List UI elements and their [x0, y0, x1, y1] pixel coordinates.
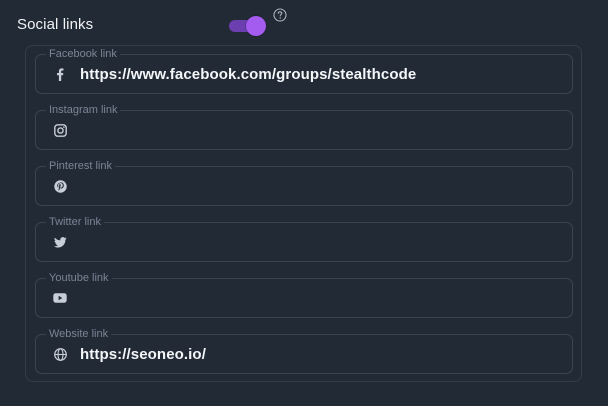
youtube-icon — [53, 291, 67, 305]
toggle-knob — [246, 16, 266, 36]
youtube-link-field: Youtube link — [35, 271, 573, 318]
twitter-icon — [53, 235, 67, 249]
facebook-link-input[interactable] — [80, 55, 564, 93]
instagram-link-input[interactable] — [80, 111, 564, 149]
facebook-icon — [53, 67, 67, 81]
twitter-link-field: Twitter link — [35, 215, 573, 262]
instagram-icon — [53, 123, 67, 137]
social-links-toggle[interactable] — [229, 16, 267, 36]
social-links-panel: Social links Facebook link Instagram lin… — [0, 0, 608, 406]
website-link-input[interactable] — [80, 335, 564, 373]
pinterest-link-input[interactable] — [80, 167, 564, 205]
pinterest-link-field: Pinterest link — [35, 159, 573, 206]
pinterest-icon — [53, 179, 67, 193]
youtube-link-input[interactable] — [80, 279, 564, 317]
website-link-field: Website link — [35, 327, 573, 374]
help-icon[interactable] — [273, 8, 287, 22]
twitter-link-input[interactable] — [80, 223, 564, 261]
globe-icon — [53, 347, 67, 361]
facebook-link-field: Facebook link — [35, 47, 573, 94]
section-title: Social links — [17, 16, 94, 33]
instagram-link-field: Instagram link — [35, 103, 573, 150]
